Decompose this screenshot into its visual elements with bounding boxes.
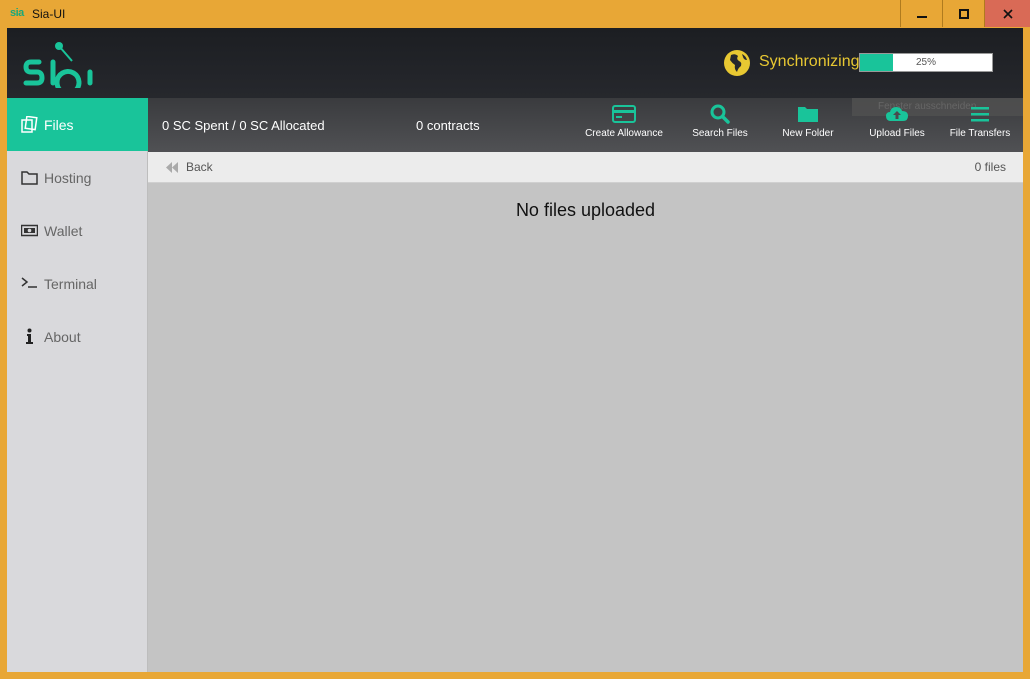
files-toolbar: 0 SC Spent / 0 SC Allocated 0 contracts … [148,98,1023,152]
new-folder-button[interactable]: New Folder [772,104,844,148]
globe-icon [724,50,750,76]
wallet-icon [21,224,38,237]
empty-message: No files uploaded [515,200,656,220]
sidebar-item-label: Terminal [44,276,97,292]
close-button[interactable] [984,0,1030,27]
info-icon [26,328,33,344]
spent-allocated-text: 0 SC Spent / 0 SC Allocated [162,118,325,133]
app-body: Synchronizing 25% Files Hosting Wallet T… [7,28,1023,672]
upload-files-button[interactable]: Upload Files [860,104,934,148]
credit-card-icon [612,105,636,123]
maximize-icon [958,8,969,19]
file-transfers-button[interactable]: File Transfers [948,104,1012,148]
files-icon [21,116,38,133]
sidebar-item-label: Wallet [44,223,83,239]
menu-icon [971,107,989,122]
tool-label: File Transfers [949,128,1011,139]
tool-label: Search Files [692,128,748,139]
tool-label: Create Allowance [585,128,663,139]
minimize-icon [916,15,927,18]
app-window: sia Sia-UI Synchronizing 25% Files Hosti… [0,0,1030,679]
sidebar: Files Hosting Wallet Terminal About [7,98,148,672]
folder-icon [21,171,38,185]
title-bar[interactable]: sia Sia-UI [0,0,1030,28]
sidebar-item-label: Files [44,117,74,133]
sidebar-item-about[interactable]: About [7,310,148,363]
window-title: Sia-UI [32,7,66,21]
file-list-area: No files uploaded [148,183,1023,672]
sidebar-item-files[interactable]: Files [7,98,148,151]
file-count: 0 files [974,160,1006,174]
maximize-button[interactable] [942,0,984,27]
breadcrumb: Back 0 files [148,152,1023,183]
close-icon [1002,8,1013,19]
app-icon: sia [10,7,24,19]
tool-label: New Folder [782,128,834,139]
sidebar-item-terminal[interactable]: Terminal [7,257,148,310]
sync-progress-label: 25% [915,57,936,68]
sidebar-item-label: Hosting [44,170,92,186]
terminal-icon [21,277,37,288]
sia-logo [23,42,93,88]
minimize-button[interactable] [900,0,942,27]
header: Synchronizing 25% [7,28,1023,98]
sidebar-item-label: About [44,329,81,345]
cloud-upload-icon [886,107,908,121]
contracts-count: 0 contracts [416,118,480,133]
sidebar-item-hosting[interactable]: Hosting [7,151,148,204]
back-button[interactable]: Back [186,160,213,174]
folder-icon [798,107,818,122]
create-allowance-button[interactable]: Create Allowance [584,104,664,148]
sync-progress-bar: 25% [859,53,993,72]
search-icon [710,104,730,124]
search-files-button[interactable]: Search Files [682,104,758,148]
sidebar-item-wallet[interactable]: Wallet [7,204,148,257]
back-icon[interactable] [166,162,178,173]
tool-label: Upload Files [869,128,925,139]
sync-status: Synchronizing [759,53,860,70]
